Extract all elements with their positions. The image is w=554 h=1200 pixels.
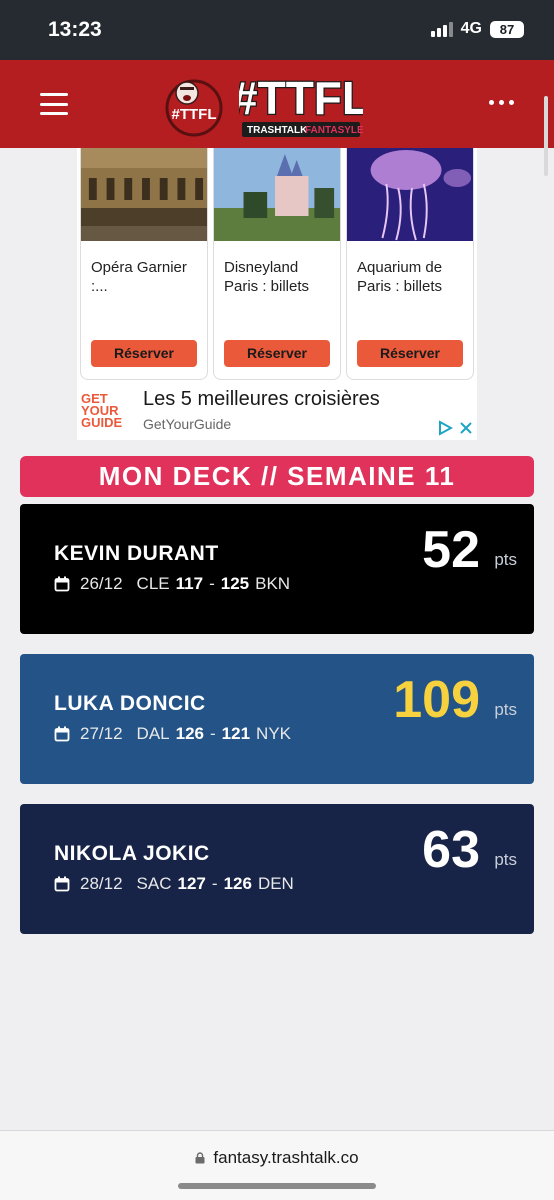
status-bar: 13:23 4G 87 bbox=[0, 0, 554, 60]
points-unit: pts bbox=[494, 550, 517, 569]
ad-card-opera[interactable]: Opéra Garnier :... Réserver bbox=[80, 148, 208, 380]
score-separator: - bbox=[210, 724, 216, 743]
opera-image bbox=[81, 148, 207, 241]
reserve-button[interactable]: Réserver bbox=[224, 340, 330, 367]
app-header: #TTFL #TTFL TRASHTALK FANTASYLEAGUE bbox=[0, 60, 554, 148]
game-info: 28/12 SAC 127 - 126 DEN bbox=[54, 874, 294, 894]
player-card[interactable]: LUKA DONCIC 27/12 DAL 126 - 121 NYK 109 … bbox=[20, 654, 534, 784]
ad-card-aquarium[interactable]: Aquarium de Paris : billets Réserver bbox=[346, 148, 474, 380]
reserve-button[interactable]: Réserver bbox=[91, 340, 197, 367]
ad-banner[interactable]: Opéra Garnier :... Réserver Disneyland P… bbox=[77, 148, 477, 440]
ad-card-disneyland[interactable]: Disneyland Paris : billets Réserver bbox=[213, 148, 341, 380]
adchoices-icon[interactable] bbox=[437, 420, 453, 436]
team-abbr: DAL bbox=[136, 724, 170, 743]
game-date: 28/12 bbox=[80, 874, 123, 893]
player-name: KEVIN DURANT bbox=[54, 542, 219, 565]
team-abbr: SAC bbox=[136, 874, 172, 893]
ad-headline[interactable]: Les 5 meilleures croisières bbox=[143, 388, 380, 411]
getyourguide-logo: GET YOUR GUIDE bbox=[81, 392, 131, 430]
team-score: 117 bbox=[175, 574, 204, 593]
home-indicator[interactable] bbox=[178, 1183, 376, 1189]
status-time: 13:23 bbox=[48, 18, 102, 41]
calendar-icon bbox=[54, 876, 70, 892]
ttfl-logo[interactable]: #TTFL #TTFL TRASHTALK FANTASYLEAGUE bbox=[163, 70, 363, 142]
reserve-button[interactable]: Réserver bbox=[357, 340, 463, 367]
battery-indicator: 87 bbox=[490, 20, 524, 38]
opponent-score: 126 bbox=[223, 874, 252, 893]
game-info: 26/12 CLE 117 - 125 BKN bbox=[54, 574, 290, 594]
deck-title-banner: MON DECK // SEMAINE 11 bbox=[20, 456, 534, 497]
ad-controls bbox=[437, 420, 473, 436]
gyg-logo-line: GUIDE bbox=[81, 415, 123, 430]
player-points: 63 bbox=[422, 821, 480, 879]
more-dots-icon[interactable] bbox=[489, 100, 514, 105]
disneyland-image bbox=[214, 148, 340, 241]
player-name: LUKA DONCIC bbox=[54, 692, 206, 715]
ttfl-wordmark: #TTFL TRASHTALK FANTASYLEAGUE bbox=[239, 71, 363, 137]
opponent-score: 121 bbox=[221, 724, 251, 743]
close-icon[interactable] bbox=[459, 421, 473, 435]
player-card[interactable]: NIKOLA JOKIC 28/12 SAC 127 - 126 DEN 63 … bbox=[20, 804, 534, 934]
ad-source: GetYourGuide bbox=[143, 416, 232, 432]
opponent-abbr: BKN bbox=[255, 574, 291, 593]
points-unit: pts bbox=[494, 700, 517, 719]
wordmark-tagline-1: TRASHTALK bbox=[247, 125, 308, 136]
game-date: 26/12 bbox=[80, 574, 123, 593]
ad-card-title: Opéra Garnier :... bbox=[91, 259, 187, 295]
mascot-logo-icon: #TTFL bbox=[165, 79, 223, 137]
ad-card-title: Disneyland Paris : billets bbox=[224, 259, 310, 295]
opponent-abbr: NYK bbox=[256, 724, 292, 743]
url-text[interactable]: fantasy.trashtalk.co bbox=[213, 1148, 358, 1167]
team-abbr: CLE bbox=[136, 574, 170, 593]
calendar-icon bbox=[54, 576, 70, 592]
opponent-abbr: DEN bbox=[257, 874, 294, 893]
network-type: 4G bbox=[460, 20, 482, 37]
game-date: 27/12 bbox=[80, 724, 123, 743]
opponent-score: 125 bbox=[220, 574, 250, 593]
signal-icon bbox=[430, 21, 453, 37]
team-score: 126 bbox=[175, 724, 204, 743]
game-info: 27/12 DAL 126 - 121 NYK bbox=[54, 724, 291, 744]
wordmark-text: #TTFL bbox=[239, 72, 363, 124]
lock-icon bbox=[195, 1152, 205, 1164]
player-card[interactable]: KEVIN DURANT 26/12 CLE 117 - 125 BKN 52 … bbox=[20, 504, 534, 634]
hamburger-icon[interactable] bbox=[40, 93, 68, 115]
wordmark-tagline-2: FANTASYLEAGUE bbox=[305, 125, 363, 136]
mascot-logo-text: #TTFL bbox=[172, 106, 217, 123]
ad-card-title: Aquarium de Paris : billets bbox=[357, 259, 443, 295]
team-score: 127 bbox=[177, 874, 206, 893]
aquarium-image bbox=[347, 148, 473, 241]
score-separator: - bbox=[211, 874, 218, 893]
score-separator: - bbox=[209, 574, 215, 593]
points-unit: pts bbox=[494, 850, 517, 869]
status-indicators: 4G 87 bbox=[430, 20, 524, 38]
scrollbar[interactable] bbox=[544, 96, 548, 176]
player-points: 109 bbox=[393, 671, 480, 729]
player-name: NIKOLA JOKIC bbox=[54, 842, 210, 865]
browser-address-bar[interactable]: fantasy.trashtalk.co bbox=[0, 1130, 554, 1200]
player-points: 52 bbox=[422, 521, 480, 579]
url-row[interactable]: fantasy.trashtalk.co bbox=[0, 1148, 554, 1168]
calendar-icon bbox=[54, 726, 70, 742]
